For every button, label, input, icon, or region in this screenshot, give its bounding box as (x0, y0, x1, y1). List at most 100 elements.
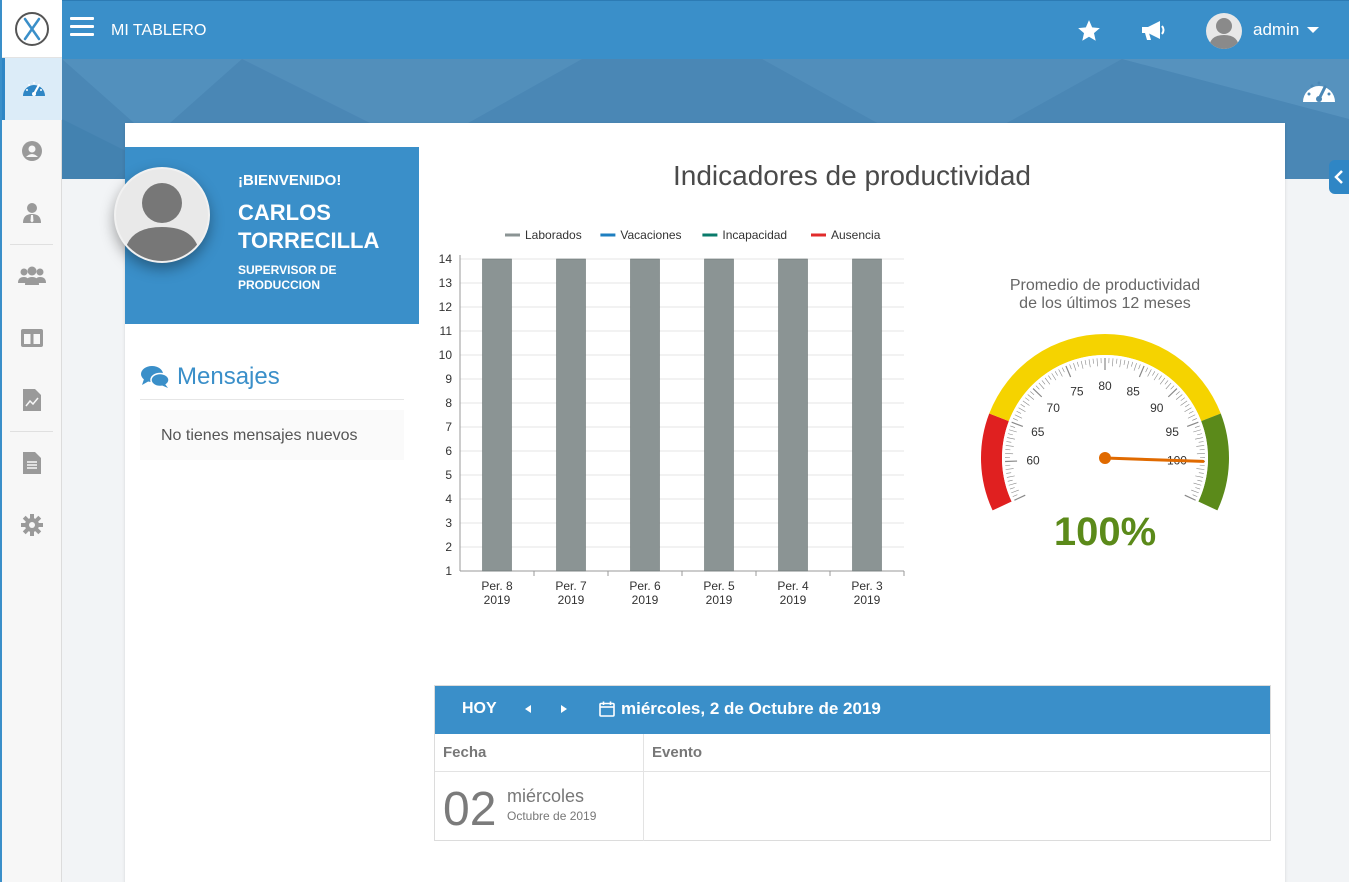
gauge-label: 60 (1026, 454, 1040, 468)
user-avatar-icon (124, 183, 200, 261)
y-tick-label: 9 (445, 372, 452, 386)
productivity-chart: Laborados Vacaciones Incapacidad Ausencia 1 2… (430, 220, 910, 620)
column-evento: Evento (652, 744, 703, 761)
bar-laborados[interactable] (852, 258, 882, 572)
calendar-date-label: miércoles, 2 de Octubre de 2019 (621, 699, 881, 718)
x-tick-label: 2019 (780, 593, 807, 607)
productivity-gauge: 60 65 70 75 80 85 90 95 100 100% (975, 328, 1235, 561)
user-tie-icon (23, 203, 41, 223)
agenda-calendar: HOY miércoles, 2 de Octubre de 2019 Fech… (434, 685, 1271, 841)
row-weekday: miércoles (507, 786, 585, 806)
user-circle-icon (22, 141, 42, 161)
gauge-pivot (1099, 452, 1111, 464)
columns-icon (21, 329, 43, 347)
y-tick-label: 2 (445, 540, 452, 554)
x-tick-label: Per. 8 (481, 579, 513, 593)
x-tick-label: Per. 3 (851, 579, 883, 593)
messages-empty-state: No tienes mensajes nuevos (140, 410, 404, 460)
gauge-label: 80 (1098, 379, 1112, 393)
menu-toggle-button[interactable] (70, 17, 94, 39)
sidebar-item-team[interactable] (2, 245, 62, 307)
x-tick-label: 2019 (484, 593, 511, 607)
x-tick-label: 2019 (632, 593, 659, 607)
welcome-panel: ¡BIENVENIDO! CARLOS TORRECILLA SUPERVISO… (114, 147, 419, 324)
user-avatar-icon (1209, 18, 1239, 49)
bar-laborados[interactable] (704, 258, 734, 572)
app-logo[interactable] (2, 0, 62, 58)
hamburger-icon (70, 17, 94, 20)
welcome-user-role: SUPERVISOR DE PRODUCCION (238, 263, 337, 292)
sidebar-item-documents[interactable] (2, 432, 62, 494)
y-tick-label: 14 (439, 252, 453, 266)
previous-icon[interactable] (525, 705, 531, 713)
x-tick-label: Per. 4 (777, 579, 809, 593)
gauge-title: Promedio de productividad de los últimos… (980, 277, 1230, 313)
users-icon (18, 266, 46, 285)
sidebar-item-employee[interactable] (2, 182, 62, 244)
legend-label: Ausencia (831, 228, 881, 242)
calendar-toolbar: HOY miércoles, 2 de Octubre de 2019 (435, 686, 1270, 734)
next-icon[interactable] (561, 705, 567, 713)
sidebar (0, 0, 62, 882)
announcements-button[interactable] (1140, 18, 1166, 49)
row-month: Octubre de 2019 (507, 809, 597, 823)
x-tick-label: Per. 7 (555, 579, 587, 593)
bar-laborados[interactable] (556, 258, 586, 572)
profile-avatar (114, 167, 210, 263)
star-icon (1078, 20, 1100, 41)
bar-laborados[interactable] (630, 258, 660, 572)
chart-file-icon (23, 389, 41, 411)
calendar-column-headers: Fecha Evento (435, 734, 1270, 772)
chevron-down-icon[interactable] (1307, 27, 1319, 33)
gauge-title-line2: de los últimos 12 meses (1019, 295, 1191, 312)
page-title: MI TABLERO (111, 22, 207, 39)
bar-chart-svg: Laborados Vacaciones Incapacidad Ausencia12… (439, 228, 905, 607)
gauge-label: 85 (1126, 385, 1140, 399)
row-day-number: 02 (443, 783, 497, 836)
logo-x-icon (15, 11, 49, 46)
top-bar: MI TABLERO admin (62, 0, 1349, 59)
y-tick-label: 8 (445, 396, 452, 410)
dashboard-icon (1303, 81, 1335, 102)
today-button[interactable]: HOY (462, 700, 497, 718)
panel-toggle-button[interactable] (1329, 160, 1349, 194)
column-fecha: Fecha (443, 744, 487, 761)
dashboard-title: Indicadores de productividad (672, 160, 1031, 191)
legend-label: Incapacidad (722, 228, 787, 242)
x-tick-label: 2019 (854, 593, 881, 607)
messages-divider (140, 399, 404, 400)
avatar[interactable] (1206, 13, 1242, 49)
gear-icon (21, 514, 43, 536)
dashboard-icon (22, 82, 45, 96)
gauge-label: 95 (1166, 425, 1180, 439)
banner-dashboard-icon-wrap (1301, 76, 1337, 111)
bar-laborados[interactable] (482, 258, 512, 572)
y-tick-label: 1 (445, 564, 452, 578)
y-tick-label: 5 (445, 468, 452, 482)
x-tick-label: Per. 6 (629, 579, 661, 593)
comments-icon (141, 366, 169, 388)
gauge-title-line1: Promedio de productividad (1009, 277, 1201, 294)
sidebar-item-reports[interactable] (2, 369, 62, 431)
sidebar-item-settings[interactable] (2, 494, 62, 556)
y-tick-label: 13 (439, 276, 453, 290)
sidebar-item-dashboard[interactable] (2, 58, 62, 120)
calendar-current-date[interactable]: miércoles, 2 de Octubre de 2019 (599, 699, 881, 719)
y-tick-label: 7 (445, 420, 452, 434)
y-tick-label: 11 (440, 324, 453, 338)
bar-laborados[interactable] (778, 258, 808, 572)
table-row[interactable]: 02 miércoles Octubre de 2019 (435, 772, 1270, 840)
favorites-button[interactable] (1076, 18, 1102, 49)
messages-title: Mensajes (177, 363, 280, 390)
x-tick-label: 2019 (558, 593, 585, 607)
main-card: ¡BIENVENIDO! CARLOS TORRECILLA SUPERVISO… (114, 123, 1285, 882)
sidebar-item-profile[interactable] (2, 120, 62, 182)
user-menu-label[interactable]: admin (1253, 20, 1299, 40)
sidebar-item-layout[interactable] (2, 307, 62, 369)
gauge-label: 90 (1150, 401, 1164, 415)
calendar-icon (599, 701, 615, 717)
x-tick-label: Per. 5 (703, 579, 735, 593)
document-icon (23, 452, 41, 474)
legend-label: Laborados (525, 228, 582, 242)
gauge-label: 70 (1047, 401, 1061, 415)
